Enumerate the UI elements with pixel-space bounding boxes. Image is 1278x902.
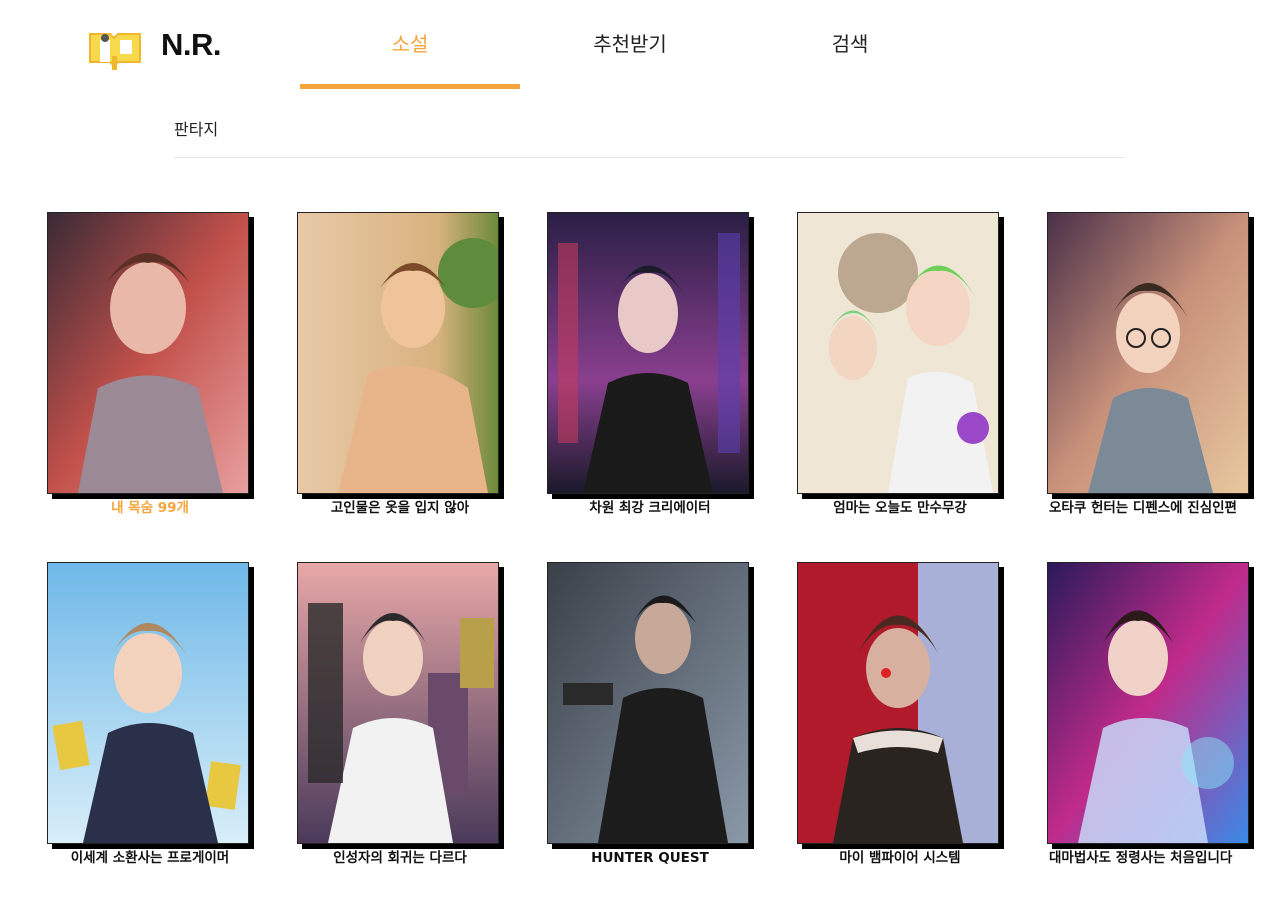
tab-novels[interactable]: 소설	[300, 0, 520, 88]
novel-title[interactable]: 인성자의 회귀는 다르다	[297, 848, 503, 868]
book-logo-icon[interactable]	[86, 26, 144, 70]
tab-search[interactable]: 검색	[740, 0, 960, 88]
novel-cover-image[interactable]	[47, 562, 249, 844]
novel-cover-image[interactable]	[297, 562, 499, 844]
novel-title[interactable]: 엄마는 오늘도 만수무강	[797, 498, 1003, 518]
novel-card[interactable]: 이세계 소환사는 프로게이머	[47, 562, 253, 868]
novel-card[interactable]: 인성자의 회귀는 다르다	[297, 562, 503, 868]
novel-cover-image[interactable]	[547, 212, 749, 494]
subcategory-label[interactable]: 판타지	[174, 116, 218, 140]
novel-title[interactable]: 고인물은 옷을 입지 않아	[297, 498, 503, 518]
novel-card[interactable]: 내 목숨 99개	[47, 212, 253, 518]
novel-cover-image[interactable]	[1047, 212, 1249, 494]
novel-title[interactable]: 내 목숨 99개	[47, 498, 253, 518]
divider	[174, 157, 1125, 158]
novel-title[interactable]: 오타쿠 헌터는 디펜스에 진심인편	[1047, 498, 1253, 518]
novel-cover-image[interactable]	[797, 562, 999, 844]
novel-card[interactable]: 대마법사도 정령사는 처음입니다	[1047, 562, 1253, 868]
tab-recommend[interactable]: 추천받기	[520, 0, 740, 88]
novel-title[interactable]: 이세계 소환사는 프로게이머	[47, 848, 253, 868]
novel-card[interactable]: 마이 뱀파이어 시스템	[797, 562, 1003, 868]
novel-cover-image[interactable]	[47, 212, 249, 494]
novel-card[interactable]: 고인물은 옷을 입지 않아	[297, 212, 503, 518]
novel-title[interactable]: 대마법사도 정령사는 처음입니다	[1047, 848, 1253, 868]
novel-cover-image[interactable]	[1047, 562, 1249, 844]
novel-cover-image[interactable]	[547, 562, 749, 844]
active-tab-indicator	[300, 84, 520, 89]
novel-cover-image[interactable]	[797, 212, 999, 494]
site-header: N.R. 소설 추천받기 검색	[0, 0, 1278, 92]
novel-card[interactable]: HUNTER QUEST	[547, 562, 753, 868]
novel-card[interactable]: 엄마는 오늘도 만수무강	[797, 212, 1003, 518]
novel-cover-image[interactable]	[297, 212, 499, 494]
novel-title[interactable]: 차원 최강 크리에이터	[547, 498, 753, 518]
brand-name[interactable]: N.R.	[161, 27, 222, 63]
novel-title[interactable]: 마이 뱀파이어 시스템	[797, 848, 1003, 868]
novel-card[interactable]: 차원 최강 크리에이터	[547, 212, 753, 518]
novel-card[interactable]: 오타쿠 헌터는 디펜스에 진심인편	[1047, 212, 1253, 518]
novel-title[interactable]: HUNTER QUEST	[547, 848, 753, 868]
